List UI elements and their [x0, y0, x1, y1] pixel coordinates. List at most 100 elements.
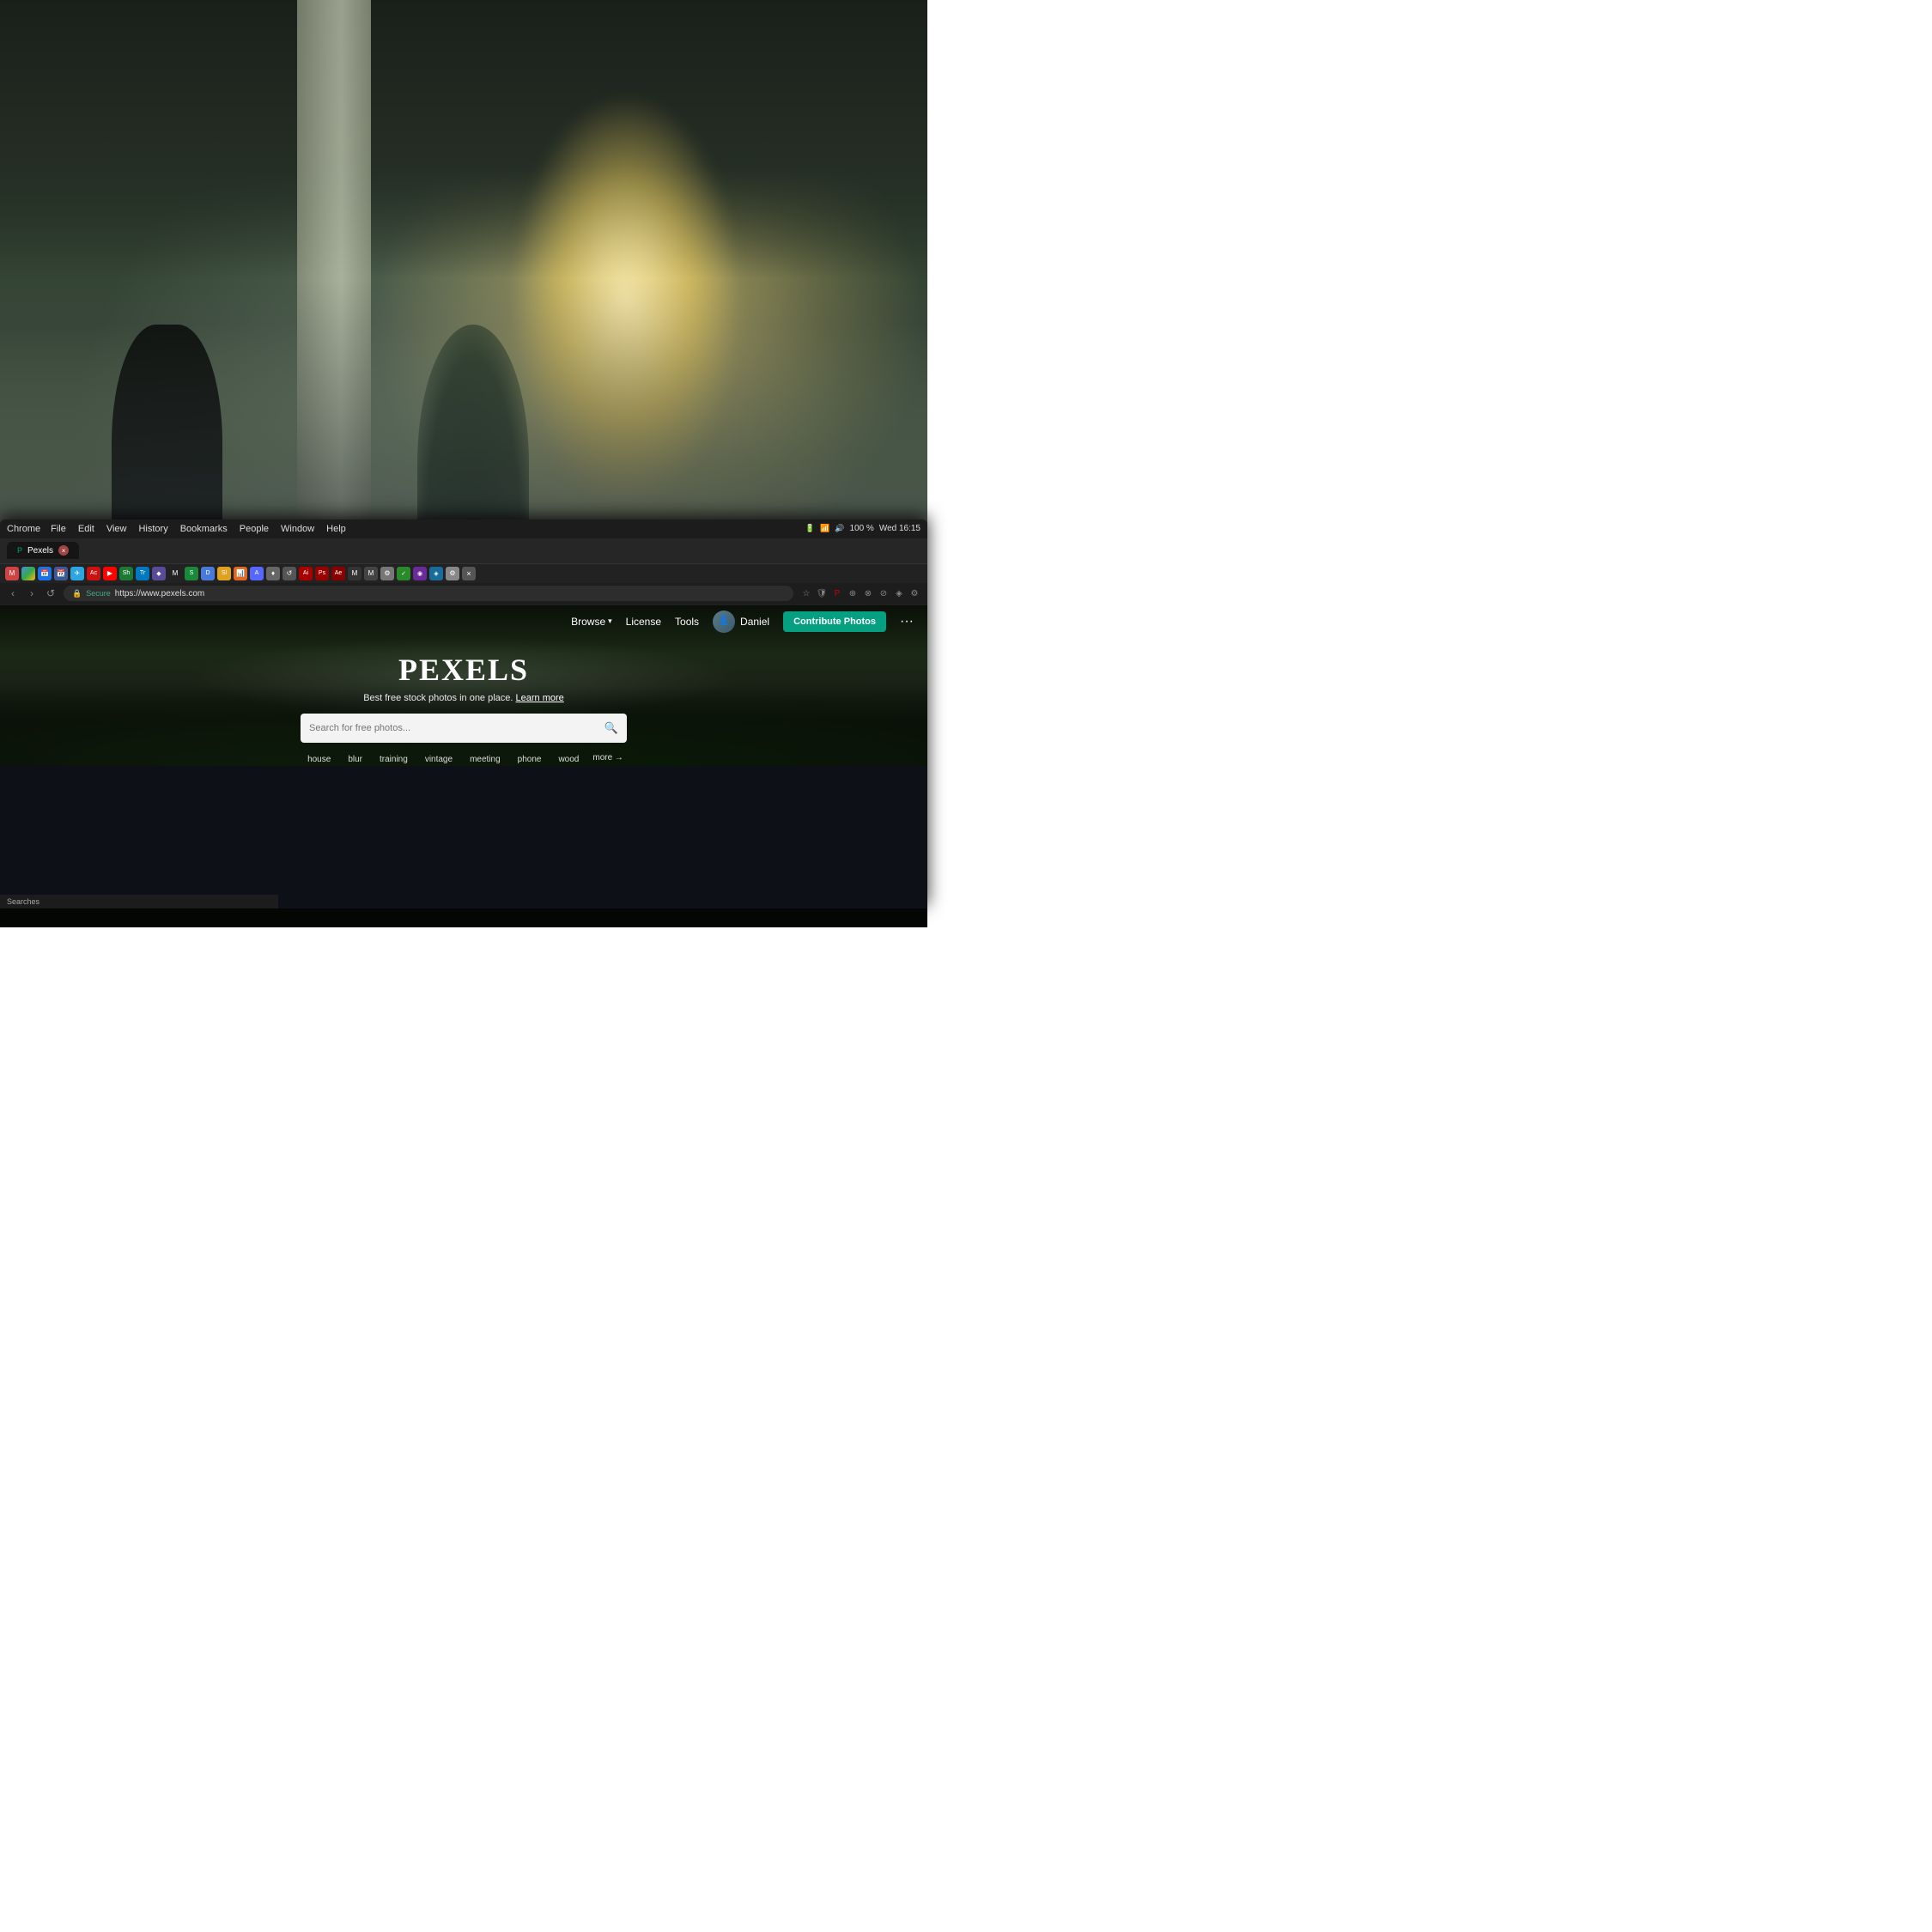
trello-icon[interactable]: Tr [136, 567, 149, 580]
pexels-website: Browse ▾ License Tools 👤 Daniel Contribu… [0, 605, 927, 766]
adobe3-icon[interactable]: Ae [331, 567, 345, 580]
slides-icon[interactable]: Sl [217, 567, 231, 580]
menu-window[interactable]: Window [281, 524, 314, 534]
adobe-icon[interactable]: Ai [299, 567, 313, 580]
ext-icon5[interactable]: ⚙ [908, 587, 920, 599]
search-icon: 🔍 [605, 721, 618, 735]
tag-blur[interactable]: blur [344, 753, 366, 766]
tag-wood[interactable]: wood [555, 753, 582, 766]
forward-button[interactable]: › [26, 587, 38, 599]
shield-icon[interactable]: 🛡 [816, 587, 828, 599]
ext-icon4[interactable]: ◈ [893, 587, 905, 599]
menu-file[interactable]: File [51, 524, 66, 534]
user-avatar[interactable]: 👤 [713, 611, 735, 633]
more-options-button[interactable]: ··· [900, 614, 914, 629]
star-icon[interactable]: ☆ [800, 587, 812, 599]
menu-people[interactable]: People [240, 524, 269, 534]
chart-icon[interactable]: 📊 [234, 567, 247, 580]
youtube-icon[interactable]: ▶ [103, 567, 117, 580]
menu-edit[interactable]: Edit [78, 524, 94, 534]
calendar2-icon[interactable]: 📆 [54, 567, 68, 580]
tools-link[interactable]: Tools [675, 616, 699, 628]
menubar-right: 🔋 📶 🔊 100 % Wed 16:15 [805, 524, 920, 533]
secure-label: Secure [86, 589, 111, 598]
search-input[interactable] [309, 723, 598, 733]
pexels-hero: PEXELS Best free stock photos in one pla… [0, 638, 927, 766]
clock: Wed 16:15 [879, 524, 920, 533]
tab-bar: P Pexels × [0, 538, 927, 564]
address-right-icons: ☆ 🛡 P ⊕ ⊗ ⊘ ◈ ⚙ [800, 587, 920, 599]
close-tab-icon[interactable]: × [462, 567, 476, 580]
toolbar-icons-row: M 📅 📆 ✈ Ac ▶ Sh Tr ◆ M S D Sl 📊 A ♦ ↺ Ai… [0, 564, 927, 583]
battery-icon: 🔋 [805, 524, 815, 533]
telegram-icon[interactable]: ✈ [70, 567, 84, 580]
more-tags-link[interactable]: more → [592, 753, 623, 766]
monitor-screen: Chrome File Edit View History Bookmarks … [0, 519, 927, 909]
tag-training[interactable]: training [376, 753, 411, 766]
medium3-icon[interactable]: M [364, 567, 378, 580]
tab-label: Pexels [27, 546, 53, 556]
active-tab[interactable]: P Pexels × [7, 542, 79, 559]
browse-button[interactable]: Browse ▾ [571, 616, 612, 628]
acrobat-icon[interactable]: Ac [87, 567, 100, 580]
tab-close-button[interactable]: × [58, 545, 69, 556]
tag-meeting[interactable]: meeting [466, 753, 504, 766]
gmail-icon[interactable]: M [5, 567, 19, 580]
address-url: https://www.pexels.com [115, 589, 204, 598]
ceiling-area [0, 0, 927, 278]
browse-chevron-icon: ▾ [608, 617, 612, 626]
pexels-navbar: Browse ▾ License Tools 👤 Daniel Contribu… [0, 605, 927, 638]
gdrive-icon[interactable] [21, 567, 35, 580]
settings-icon[interactable]: ⚙ [446, 567, 459, 580]
pexels-tagline: Best free stock photos in one place. Lea… [363, 693, 564, 703]
status-text: Searches [7, 897, 39, 906]
tag-vintage[interactable]: vintage [422, 753, 456, 766]
tag-house[interactable]: house [304, 753, 334, 766]
menu-bookmarks[interactable]: Bookmarks [180, 524, 228, 534]
medium2-icon[interactable]: M [348, 567, 361, 580]
menu-history[interactable]: History [138, 524, 167, 534]
medium-icon[interactable]: M [168, 567, 182, 580]
status-bar: Searches [0, 895, 278, 908]
gcalendar-icon[interactable]: 📅 [38, 567, 52, 580]
pexels-logo: PEXELS [398, 652, 529, 688]
ext3-icon[interactable]: ⚙ [380, 567, 394, 580]
wifi-icon: 📶 [820, 524, 829, 533]
docs-icon[interactable]: D [201, 567, 215, 580]
ext6-icon[interactable]: ◈ [429, 567, 443, 580]
back-button[interactable]: ‹ [7, 587, 19, 599]
menu-items: File Edit View History Bookmarks People … [51, 524, 795, 534]
ext2-icon[interactable]: ♦ [266, 567, 280, 580]
suggestion-tags: house blur training vintage meeting phon… [304, 753, 623, 766]
adobe2-icon[interactable]: Ps [315, 567, 329, 580]
avatar-icon: 👤 [719, 617, 729, 626]
menu-view[interactable]: View [106, 524, 127, 534]
volume-icon: 🔊 [835, 524, 844, 533]
tab-favicon: P [17, 546, 22, 555]
search-bar[interactable]: 🔍 [301, 714, 627, 743]
pinterest-icon[interactable]: P [831, 587, 843, 599]
ext5-icon[interactable]: ◉ [413, 567, 427, 580]
user-area: 👤 Daniel [713, 611, 769, 633]
spreadsheet-icon[interactable]: Sh [119, 567, 133, 580]
browse-label: Browse [571, 616, 605, 628]
sheets-icon[interactable]: S [185, 567, 198, 580]
ext-icon2[interactable]: ⊗ [862, 587, 874, 599]
tag-phone[interactable]: phone [514, 753, 545, 766]
reload-button[interactable]: ↺ [45, 587, 57, 599]
contribute-photos-button[interactable]: Contribute Photos [783, 611, 886, 632]
menu-help[interactable]: Help [326, 524, 346, 534]
ext1-icon[interactable]: ◆ [152, 567, 166, 580]
refresh-icon[interactable]: ↺ [283, 567, 296, 580]
username-label: Daniel [740, 616, 769, 628]
macos-menubar: Chrome File Edit View History Bookmarks … [0, 519, 927, 538]
battery-percent: 100 % [849, 524, 873, 533]
address-field[interactable]: 🔒 Secure https://www.pexels.com [64, 586, 793, 601]
algolia-icon[interactable]: A [250, 567, 264, 580]
ext-icon3[interactable]: ⊘ [878, 587, 890, 599]
ext-icon1[interactable]: ⊕ [847, 587, 859, 599]
ext4-icon[interactable]: ✓ [397, 567, 410, 580]
secure-icon: 🔒 [72, 589, 82, 598]
learn-more-link[interactable]: Learn more [516, 693, 564, 703]
license-link[interactable]: License [626, 616, 661, 628]
